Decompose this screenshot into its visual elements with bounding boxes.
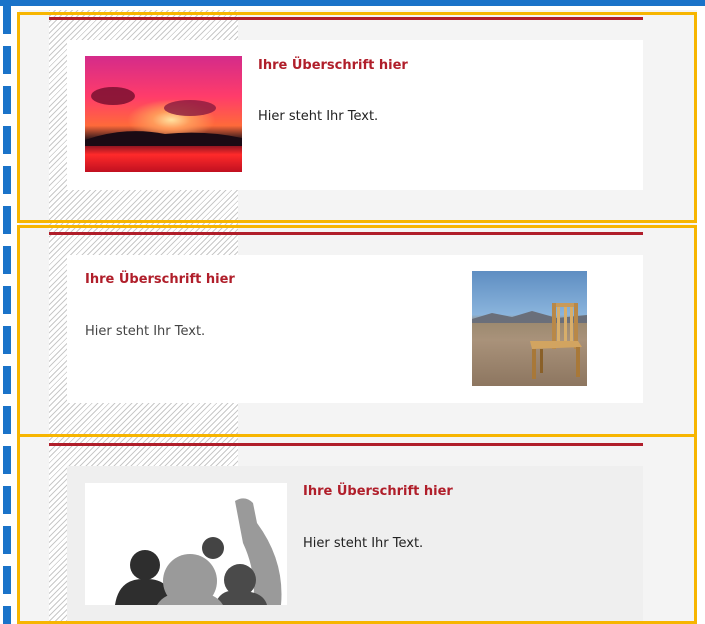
guide-line-top <box>0 0 705 6</box>
module-3-selection-frame[interactable] <box>17 434 697 624</box>
guide-line-left <box>3 6 11 624</box>
module-1-selection-frame[interactable] <box>17 12 697 223</box>
module-2-selection-frame[interactable] <box>17 225 697 437</box>
